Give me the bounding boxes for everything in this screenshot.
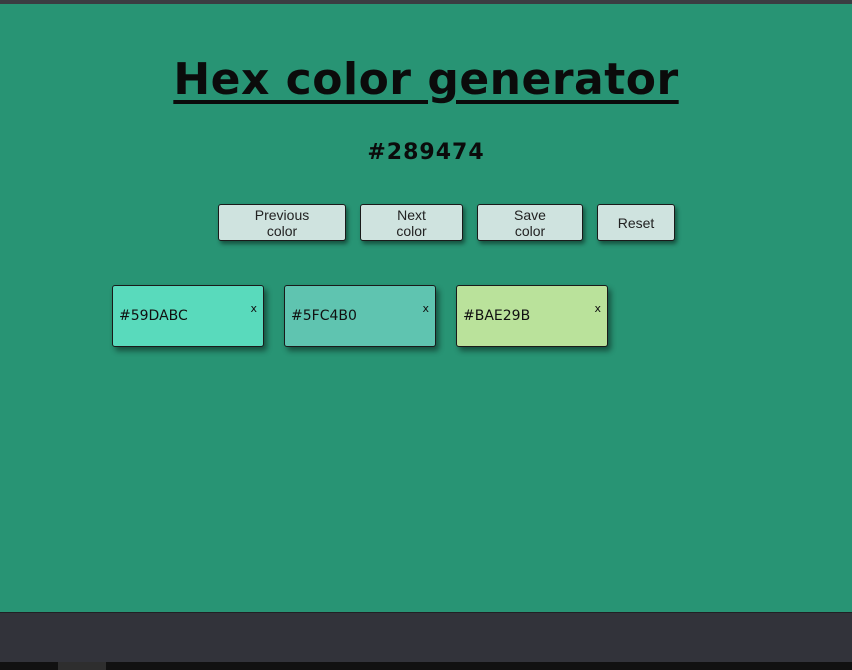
next-color-button[interactable]: Next color xyxy=(360,204,463,241)
taskbar-active-app[interactable] xyxy=(58,662,106,670)
saved-color-card[interactable]: #5FC4B0 x xyxy=(284,285,436,347)
saved-color-card[interactable]: #BAE29B x xyxy=(456,285,608,347)
saved-color-hex: #5FC4B0 xyxy=(291,308,357,324)
remove-color-button[interactable]: x xyxy=(594,302,601,315)
devtools-panel xyxy=(0,612,852,662)
remove-color-button[interactable]: x xyxy=(250,302,257,315)
saved-color-hex: #59DABC xyxy=(119,308,188,324)
taskbar xyxy=(0,662,852,670)
remove-color-button[interactable]: x xyxy=(422,302,429,315)
saved-colors-list: #59DABC x #5FC4B0 x #BAE29B x xyxy=(112,285,608,347)
previous-color-button[interactable]: Previous color xyxy=(218,204,346,241)
save-color-button[interactable]: Save color xyxy=(477,204,583,241)
reset-button[interactable]: Reset xyxy=(597,204,675,241)
control-buttons: Previous color Next color Save color Res… xyxy=(218,204,675,242)
saved-color-hex: #BAE29B xyxy=(463,308,531,324)
page-title: Hex color generator xyxy=(173,54,679,105)
saved-color-card[interactable]: #59DABC x xyxy=(112,285,264,347)
current-color-hex: #289474 xyxy=(367,140,485,165)
app-canvas: Hex color generator #289474 Previous col… xyxy=(0,4,852,612)
